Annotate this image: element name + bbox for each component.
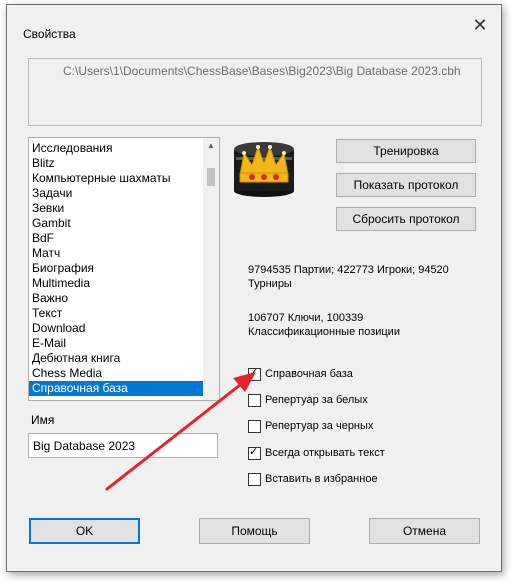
annotation-arrow-icon bbox=[105, 372, 256, 491]
